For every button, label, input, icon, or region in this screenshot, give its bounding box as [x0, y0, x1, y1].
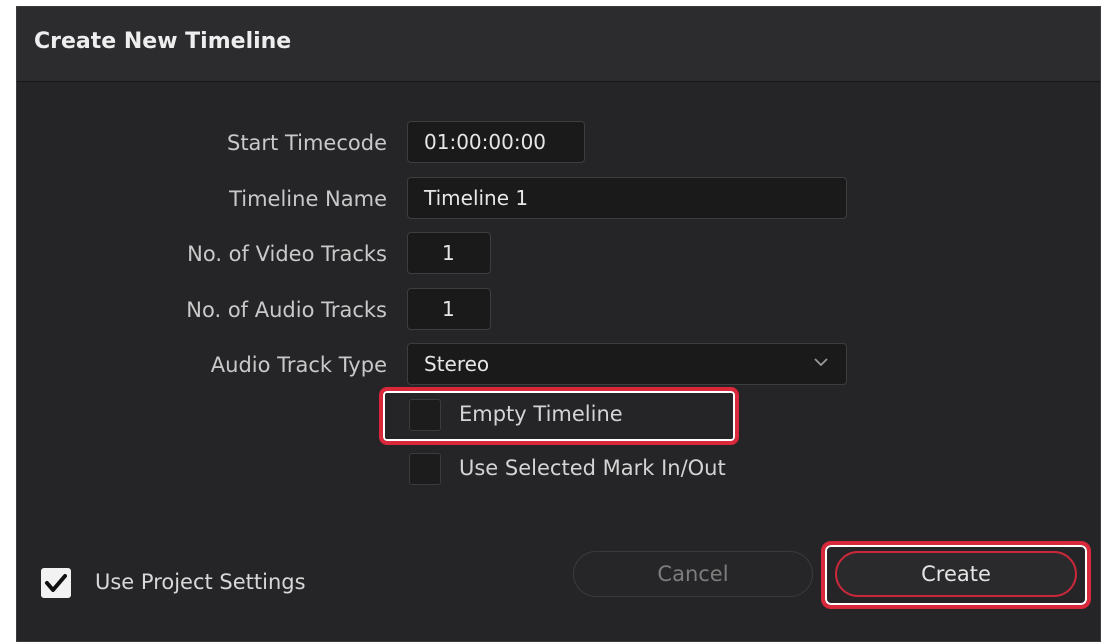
timeline-name-value: Timeline 1 [424, 186, 529, 210]
video-tracks-value: 1 [442, 241, 455, 265]
start-timecode-input[interactable]: 01:00:00:00 [407, 121, 585, 163]
checkmark-icon [45, 574, 67, 592]
start-timecode-label: Start Timecode [226, 131, 387, 155]
chevron-down-icon [814, 358, 828, 367]
create-new-timeline-dialog: Create New Timeline Start Timecode 01:00… [16, 6, 1101, 642]
dialog-title: Create New Timeline [34, 29, 292, 54]
audio-track-type-label: Audio Track Type [210, 353, 387, 377]
use-project-settings-checkbox[interactable] [41, 568, 71, 598]
dialog-titlebar: Create New Timeline [17, 7, 1100, 82]
timeline-name-input[interactable]: Timeline 1 [407, 177, 847, 219]
video-tracks-input[interactable]: 1 [407, 232, 491, 274]
use-selected-mark-label: Use Selected Mark In/Out [459, 456, 726, 480]
audio-track-type-select[interactable]: Stereo [407, 343, 847, 385]
empty-timeline-checkbox[interactable] [409, 399, 441, 431]
audio-tracks-value: 1 [442, 297, 455, 321]
audio-tracks-label: No. of Audio Tracks [186, 298, 387, 322]
use-project-settings-label: Use Project Settings [95, 570, 306, 594]
start-timecode-value: 01:00:00:00 [424, 130, 547, 154]
create-button[interactable]: Create [835, 551, 1077, 597]
audio-track-type-value: Stereo [424, 352, 490, 376]
video-tracks-label: No. of Video Tracks [187, 242, 387, 266]
cancel-button[interactable]: Cancel [573, 551, 813, 597]
empty-timeline-label: Empty Timeline [459, 402, 623, 426]
timeline-name-label: Timeline Name [229, 187, 387, 211]
audio-tracks-input[interactable]: 1 [407, 288, 491, 330]
use-selected-mark-checkbox[interactable] [409, 453, 441, 485]
